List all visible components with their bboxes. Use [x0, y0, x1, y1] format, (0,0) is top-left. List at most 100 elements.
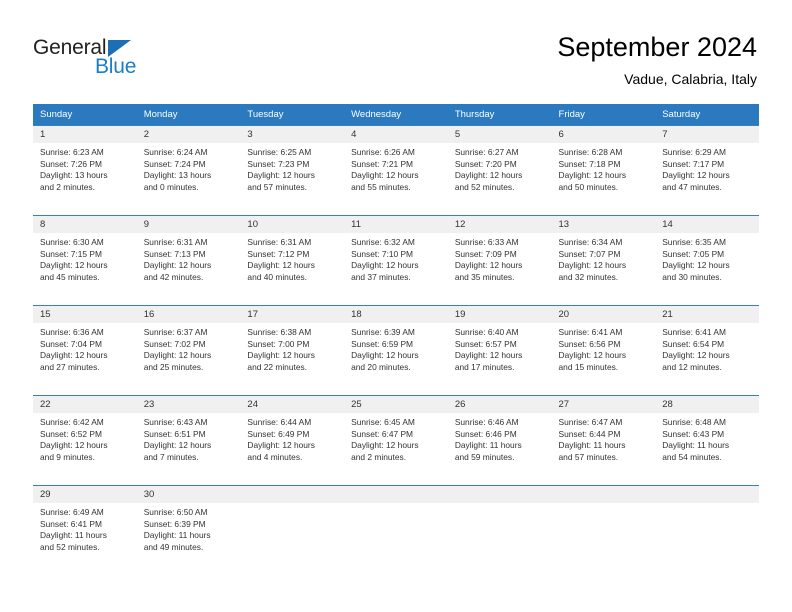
sunset-text: Sunset: 6:39 PM — [143, 518, 206, 529]
daylight-text-line2: and 30 minutes. — [662, 271, 722, 282]
sunrise-text: Sunrise: 6:32 AM — [351, 237, 415, 247]
day-cell[interactable]: 17 Sunrise: 6:38 AM Sunset: 7:00 PM Dayl… — [240, 305, 345, 395]
day-cell[interactable]: 2 Sunrise: 6:24 AM Sunset: 7:24 PM Dayli… — [136, 125, 241, 215]
day-cell[interactable]: 10 Sunrise: 6:31 AM Sunset: 7:12 PM Dayl… — [240, 215, 345, 305]
day-details: Sunrise: 6:44 AM Sunset: 6:49 PM Dayligh… — [240, 413, 344, 463]
day-details: Sunrise: 6:31 AM Sunset: 7:13 PM Dayligh… — [137, 233, 241, 283]
day-number: 9 — [136, 216, 241, 233]
day-cell[interactable]: 13 Sunrise: 6:34 AM Sunset: 7:07 PM Dayl… — [551, 215, 656, 305]
daylight-text-line2: and 57 minutes. — [558, 451, 619, 462]
daylight-text-line2: and 17 minutes. — [454, 361, 515, 372]
weekday-header-tuesday: Tuesday — [240, 104, 345, 125]
sunrise-text: Sunrise: 6:46 AM — [454, 417, 519, 427]
day-cell[interactable]: 18 Sunrise: 6:39 AM Sunset: 6:59 PM Dayl… — [344, 305, 448, 395]
day-cell[interactable]: 4 Sunrise: 6:26 AM Sunset: 7:21 PM Dayli… — [344, 125, 448, 215]
daylight-text-line1: Daylight: 12 hours — [454, 260, 523, 271]
sunrise-text: Sunrise: 6:37 AM — [143, 327, 208, 337]
day-cell[interactable]: 3 Sunrise: 6:25 AM Sunset: 7:23 PM Dayli… — [240, 125, 345, 215]
sunrise-text: Sunrise: 6:41 AM — [558, 327, 623, 337]
weekday-header-thursday: Thursday — [447, 104, 552, 125]
day-cell[interactable]: 16 Sunrise: 6:37 AM Sunset: 7:02 PM Dayl… — [136, 305, 241, 395]
day-details: Sunrise: 6:32 AM Sunset: 7:10 PM Dayligh… — [344, 233, 448, 283]
day-cell[interactable]: 25 Sunrise: 6:45 AM Sunset: 6:47 PM Dayl… — [344, 395, 448, 485]
daylight-text-line1: Daylight: 11 hours — [662, 440, 730, 451]
daylight-text-line1: Daylight: 12 hours — [40, 440, 108, 451]
sunrise-text: Sunrise: 6:25 AM — [247, 147, 312, 157]
sunset-text: Sunset: 7:18 PM — [558, 158, 621, 169]
day-cell-empty — [447, 485, 552, 575]
weekday-header-friday: Friday — [551, 104, 656, 125]
day-cell[interactable]: 19 Sunrise: 6:40 AM Sunset: 6:57 PM Dayl… — [447, 305, 552, 395]
daylight-text-line1: Daylight: 12 hours — [662, 260, 730, 271]
day-cell[interactable]: 28 Sunrise: 6:48 AM Sunset: 6:43 PM Dayl… — [655, 395, 759, 485]
day-cell[interactable]: 20 Sunrise: 6:41 AM Sunset: 6:56 PM Dayl… — [551, 305, 656, 395]
day-details: Sunrise: 6:25 AM Sunset: 7:23 PM Dayligh… — [240, 143, 344, 193]
daylight-text-line2: and 49 minutes. — [143, 541, 204, 552]
day-cell[interactable]: 8 Sunrise: 6:30 AM Sunset: 7:15 PM Dayli… — [33, 215, 137, 305]
day-number: 7 — [655, 126, 759, 143]
day-number: 27 — [551, 396, 656, 413]
day-cell[interactable]: 29 Sunrise: 6:49 AM Sunset: 6:41 PM Dayl… — [33, 485, 137, 575]
day-number: 8 — [33, 216, 137, 233]
day-number: 22 — [33, 396, 137, 413]
day-number: 28 — [655, 396, 759, 413]
sunset-text: Sunset: 7:20 PM — [454, 158, 517, 169]
day-cell[interactable]: 21 Sunrise: 6:41 AM Sunset: 6:54 PM Dayl… — [655, 305, 759, 395]
day-cell[interactable]: 23 Sunrise: 6:43 AM Sunset: 6:51 PM Dayl… — [136, 395, 241, 485]
day-cell-empty — [655, 485, 759, 575]
sunrise-text: Sunrise: 6:36 AM — [40, 327, 104, 337]
day-details — [655, 503, 759, 507]
sunrise-text: Sunrise: 6:31 AM — [247, 237, 312, 247]
day-cell[interactable]: 26 Sunrise: 6:46 AM Sunset: 6:46 PM Dayl… — [447, 395, 552, 485]
sunset-text: Sunset: 7:09 PM — [454, 248, 517, 259]
day-cell[interactable]: 12 Sunrise: 6:33 AM Sunset: 7:09 PM Dayl… — [447, 215, 552, 305]
daylight-text-line1: Daylight: 12 hours — [247, 350, 315, 361]
day-cell[interactable]: 11 Sunrise: 6:32 AM Sunset: 7:10 PM Dayl… — [344, 215, 448, 305]
daylight-text-line2: and 52 minutes. — [40, 541, 100, 552]
day-number — [655, 486, 759, 503]
day-details: Sunrise: 6:38 AM Sunset: 7:00 PM Dayligh… — [240, 323, 344, 373]
sunset-text: Sunset: 6:49 PM — [247, 428, 310, 439]
daylight-text-line1: Daylight: 12 hours — [351, 260, 419, 271]
day-cell[interactable]: 5 Sunrise: 6:27 AM Sunset: 7:20 PM Dayli… — [447, 125, 552, 215]
day-cell[interactable]: 22 Sunrise: 6:42 AM Sunset: 6:52 PM Dayl… — [33, 395, 137, 485]
calendar-week-row: 22 Sunrise: 6:42 AM Sunset: 6:52 PM Dayl… — [33, 395, 759, 485]
day-cell[interactable]: 9 Sunrise: 6:31 AM Sunset: 7:13 PM Dayli… — [136, 215, 241, 305]
daylight-text-line2: and 40 minutes. — [247, 271, 308, 282]
calendar-week-row: 8 Sunrise: 6:30 AM Sunset: 7:15 PM Dayli… — [33, 215, 759, 305]
day-details — [552, 503, 656, 507]
day-cell[interactable]: 24 Sunrise: 6:44 AM Sunset: 6:49 PM Dayl… — [240, 395, 345, 485]
day-cell[interactable]: 15 Sunrise: 6:36 AM Sunset: 7:04 PM Dayl… — [33, 305, 137, 395]
sunset-text: Sunset: 7:24 PM — [143, 158, 206, 169]
sunrise-text: Sunrise: 6:33 AM — [454, 237, 519, 247]
daylight-text-line2: and 15 minutes. — [558, 361, 619, 372]
sunset-text: Sunset: 6:51 PM — [143, 428, 206, 439]
generalblue-logo[interactable]: General Blue — [33, 36, 163, 84]
day-details: Sunrise: 6:37 AM Sunset: 7:02 PM Dayligh… — [137, 323, 241, 373]
sunset-text: Sunset: 7:00 PM — [247, 338, 310, 349]
day-cell-empty — [344, 485, 448, 575]
day-cell[interactable]: 7 Sunrise: 6:29 AM Sunset: 7:17 PM Dayli… — [655, 125, 759, 215]
daylight-text-line2: and 45 minutes. — [40, 271, 100, 282]
day-cell[interactable]: 14 Sunrise: 6:35 AM Sunset: 7:05 PM Dayl… — [655, 215, 759, 305]
day-cell[interactable]: 27 Sunrise: 6:47 AM Sunset: 6:44 PM Dayl… — [551, 395, 656, 485]
title-block: September 2024 Vadue, Calabria, Italy — [557, 30, 757, 90]
sunset-text: Sunset: 7:02 PM — [143, 338, 206, 349]
sunrise-text: Sunrise: 6:31 AM — [143, 237, 208, 247]
daylight-text-line1: Daylight: 13 hours — [143, 170, 212, 181]
sunrise-text: Sunrise: 6:38 AM — [247, 327, 312, 337]
weekday-header-monday: Monday — [136, 104, 241, 125]
day-cell[interactable]: 1 Sunrise: 6:23 AM Sunset: 7:26 PM Dayli… — [33, 125, 137, 215]
sunset-text: Sunset: 7:21 PM — [351, 158, 414, 169]
sunset-text: Sunset: 7:13 PM — [143, 248, 206, 259]
day-number — [551, 486, 656, 503]
calendar-week-row: 29 Sunrise: 6:49 AM Sunset: 6:41 PM Dayl… — [33, 485, 759, 575]
daylight-text-line2: and 50 minutes. — [558, 181, 619, 192]
day-details: Sunrise: 6:42 AM Sunset: 6:52 PM Dayligh… — [33, 413, 137, 463]
day-details: Sunrise: 6:47 AM Sunset: 6:44 PM Dayligh… — [552, 413, 656, 463]
day-number: 17 — [240, 306, 345, 323]
page-title: September 2024 — [557, 32, 757, 62]
sunset-text: Sunset: 6:47 PM — [351, 428, 414, 439]
day-cell[interactable]: 6 Sunrise: 6:28 AM Sunset: 7:18 PM Dayli… — [551, 125, 656, 215]
day-cell[interactable]: 30 Sunrise: 6:50 AM Sunset: 6:39 PM Dayl… — [136, 485, 241, 575]
